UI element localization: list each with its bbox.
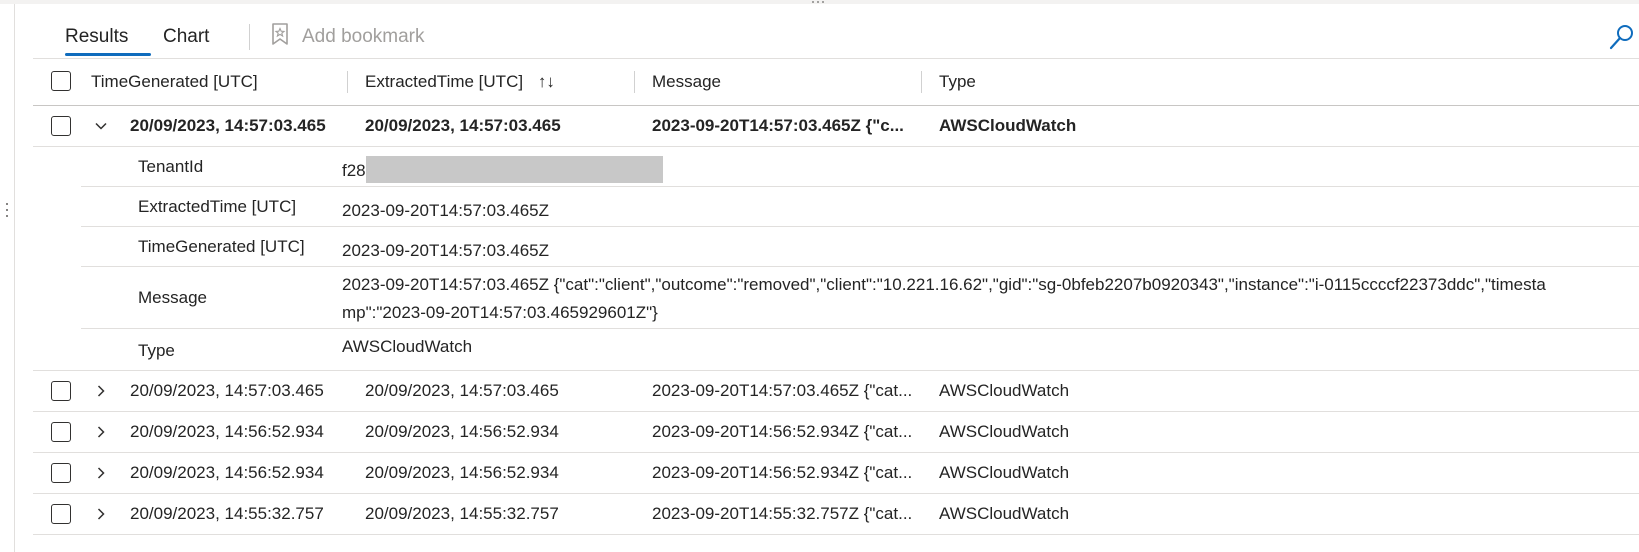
cell-extractedtime: 20/09/2023, 14:57:03.465 <box>365 381 559 400</box>
tab-chart[interactable]: Chart <box>163 18 209 56</box>
row-checkbox[interactable] <box>51 504 71 524</box>
cell-type: AWSCloudWatch <box>939 463 1070 482</box>
table-row[interactable]: 20/09/2023, 14:56:52.934 20/09/2023, 14:… <box>33 412 1639 453</box>
row-checkbox[interactable] <box>51 116 71 136</box>
column-header-label: Message <box>652 72 721 91</box>
table-row[interactable]: 20/09/2023, 14:55:32.757 20/09/2023, 14:… <box>33 494 1639 535</box>
column-header-message[interactable]: Message <box>652 59 721 105</box>
cell-type: AWSCloudWatch <box>939 381 1070 400</box>
detail-value: 2023-09-20T14:57:03.465Z <box>342 241 549 260</box>
detail-row-type: Type AWSCloudWatch <box>33 329 1639 370</box>
chevron-right-icon[interactable] <box>94 384 108 398</box>
tenant-id-value: f28 <box>342 161 366 180</box>
results-grid: TimeGenerated [UTC] ExtractedTime [UTC] … <box>33 59 1639 535</box>
grid-header: TimeGenerated [UTC] ExtractedTime [UTC] … <box>33 59 1639 106</box>
resize-handle-left[interactable] <box>5 203 9 223</box>
cell-message: 2023-09-20T14:57:03.465Z {"c... <box>652 116 904 135</box>
chevron-right-icon[interactable] <box>94 466 108 480</box>
column-header-extractedtime[interactable]: ExtractedTime [UTC] ↑↓ <box>365 59 555 105</box>
detail-value: 2023-09-20T14:57:03.465Z <box>342 201 549 220</box>
column-resizer[interactable] <box>921 71 922 93</box>
search-icon <box>1609 25 1633 50</box>
detail-key: TimeGenerated [UTC] <box>138 237 305 256</box>
tab-results[interactable]: Results <box>65 18 151 56</box>
table-row[interactable]: 20/09/2023, 14:57:03.465 20/09/2023, 14:… <box>33 371 1639 412</box>
add-bookmark-label: Add bookmark <box>302 26 425 47</box>
chevron-right-icon[interactable] <box>94 507 108 521</box>
row-checkbox[interactable] <box>51 463 71 483</box>
cell-extractedtime: 20/09/2023, 14:56:52.934 <box>365 422 559 441</box>
resize-handle-top[interactable] <box>808 0 828 4</box>
column-header-label: TimeGenerated [UTC] <box>91 72 258 91</box>
bookmark-icon <box>270 22 290 52</box>
tab-selected-indicator <box>65 53 151 56</box>
cell-type: AWSCloudWatch <box>939 116 1077 135</box>
tab-results-label: Results <box>65 26 129 47</box>
cell-type: AWSCloudWatch <box>939 422 1070 441</box>
detail-row-extractedtime: ExtractedTime [UTC] 2023-09-20T14:57:03.… <box>33 187 1639 227</box>
redaction-block <box>365 156 663 184</box>
cell-timegenerated: 20/09/2023, 14:56:52.934 <box>130 422 324 441</box>
add-bookmark-button[interactable]: Add bookmark <box>270 18 425 56</box>
detail-key: Type <box>138 341 175 360</box>
detail-row-tenantid: TenantId f28 <box>33 147 1639 187</box>
detail-key: ExtractedTime [UTC] <box>138 197 297 216</box>
cell-extractedtime: 20/09/2023, 14:56:52.934 <box>365 463 559 482</box>
row-checkbox[interactable] <box>51 381 71 401</box>
column-header-timegenerated[interactable]: TimeGenerated [UTC] <box>91 59 258 105</box>
table-row[interactable]: 20/09/2023, 14:56:52.934 20/09/2023, 14:… <box>33 453 1639 494</box>
row-checkbox[interactable] <box>51 422 71 442</box>
column-resizer[interactable] <box>347 71 348 93</box>
column-header-type[interactable]: Type <box>939 59 976 105</box>
detail-row-timegenerated: TimeGenerated [UTC] 2023-09-20T14:57:03.… <box>33 227 1639 267</box>
column-header-label: ExtractedTime [UTC] <box>365 72 524 91</box>
cell-timegenerated: 20/09/2023, 14:57:03.465 <box>130 116 326 135</box>
detail-value: f28 <box>342 156 663 185</box>
chevron-down-icon[interactable] <box>94 119 108 133</box>
column-resizer[interactable] <box>634 71 635 93</box>
tab-chart-label: Chart <box>163 26 210 47</box>
cell-timegenerated: 20/09/2023, 14:55:32.757 <box>130 504 324 523</box>
row-detail-panel: TenantId f28 ExtractedTime [UTC] 2023-09… <box>33 147 1639 370</box>
cell-message: 2023-09-20T14:57:03.465Z {"cat... <box>652 381 913 400</box>
detail-value: AWSCloudWatch <box>342 337 473 356</box>
chevron-right-icon[interactable] <box>94 425 108 439</box>
detail-key: TenantId <box>138 157 204 176</box>
cell-message: 2023-09-20T14:55:32.757Z {"cat... <box>652 504 913 523</box>
cell-extractedtime: 20/09/2023, 14:57:03.465 <box>365 116 561 135</box>
toolbar-divider <box>249 24 250 50</box>
sort-icon[interactable]: ↑↓ <box>538 72 555 91</box>
cell-timegenerated: 20/09/2023, 14:56:52.934 <box>130 463 324 482</box>
results-toolbar: Results Chart Add bookmark <box>55 18 1635 58</box>
select-all-checkbox[interactable] <box>51 71 71 91</box>
detail-key: Message <box>138 288 207 307</box>
cell-message: 2023-09-20T14:56:52.934Z {"cat... <box>652 463 913 482</box>
search-button[interactable] <box>1609 22 1635 52</box>
panel-border <box>14 4 15 552</box>
cell-message: 2023-09-20T14:56:52.934Z {"cat... <box>652 422 913 441</box>
cell-extractedtime: 20/09/2023, 14:55:32.757 <box>365 504 559 523</box>
detail-value: 2023-09-20T14:57:03.465Z {"cat":"client"… <box>342 275 1546 322</box>
cell-type: AWSCloudWatch <box>939 504 1070 523</box>
table-row-expanded[interactable]: 20/09/2023, 14:57:03.465 20/09/2023, 14:… <box>33 106 1639 147</box>
cell-timegenerated: 20/09/2023, 14:57:03.465 <box>130 381 324 400</box>
detail-row-message: Message 2023-09-20T14:57:03.465Z {"cat":… <box>33 267 1639 329</box>
column-header-label: Type <box>939 72 976 91</box>
